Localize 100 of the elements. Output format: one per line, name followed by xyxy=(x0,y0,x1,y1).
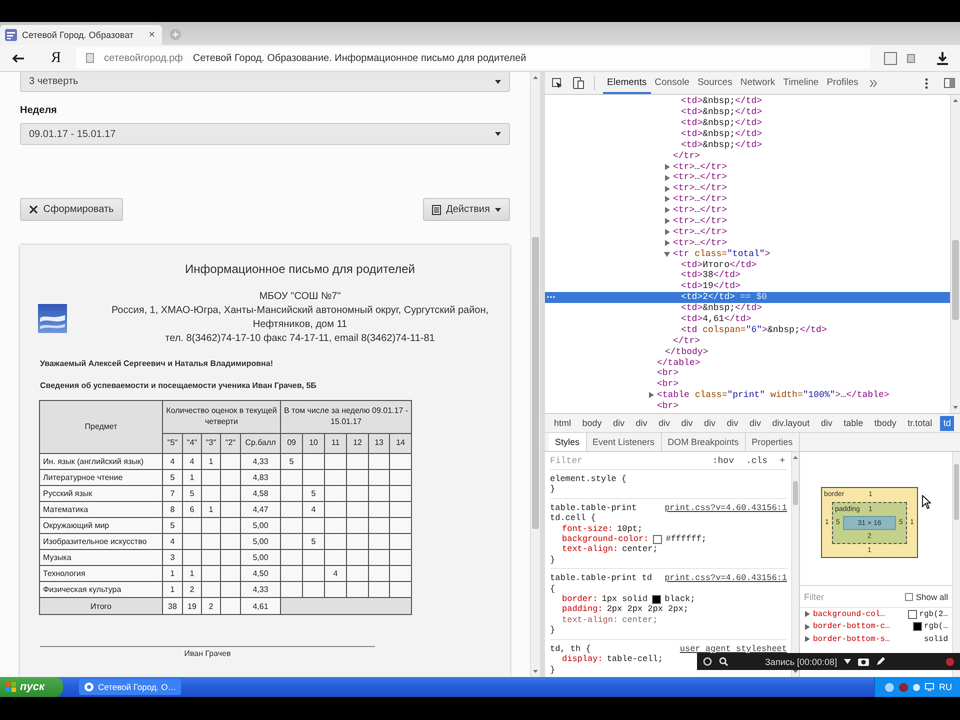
breadcrumb-item[interactable]: html xyxy=(551,416,574,430)
css-property[interactable]: font-size: 10pt; xyxy=(562,524,643,534)
breadcrumb-item[interactable]: div xyxy=(818,416,836,430)
scrollbar[interactable] xyxy=(952,452,960,677)
scrollbar-thumb[interactable] xyxy=(532,237,539,529)
css-property[interactable]: display: table-cell; xyxy=(562,654,663,664)
arrow-down-icon[interactable] xyxy=(533,670,538,673)
dom-node[interactable]: <td>&nbsp;</td> xyxy=(681,118,762,128)
breadcrumb-item[interactable]: body xyxy=(579,416,605,430)
arrow-down-icon[interactable] xyxy=(793,670,798,673)
arrow-up-icon[interactable] xyxy=(533,76,538,79)
dom-node[interactable]: <tr>…</tr> xyxy=(664,205,728,216)
triangle-right-icon[interactable] xyxy=(664,174,670,181)
square-icon[interactable] xyxy=(884,52,897,64)
status-dot-icon[interactable] xyxy=(913,684,920,690)
document-icon[interactable] xyxy=(907,54,915,62)
styles-toolbar-button[interactable]: .cls xyxy=(744,456,770,466)
triangle-right-icon[interactable] xyxy=(664,164,670,170)
triangle-right-icon[interactable] xyxy=(648,392,654,398)
breadcrumb-item[interactable]: tr.total xyxy=(904,416,936,430)
double-chevron-icon[interactable] xyxy=(870,80,878,86)
dom-node[interactable]: <tr>…</tr> xyxy=(664,226,728,238)
dom-node[interactable]: <td>Итого</td> xyxy=(681,260,757,270)
device-icon[interactable] xyxy=(573,77,584,89)
filter-field[interactable]: Filter xyxy=(804,590,901,604)
devtools-tab[interactable]: Console xyxy=(650,72,694,94)
scrollbar[interactable] xyxy=(950,95,960,413)
dom-node[interactable]: <tr class="total"> xyxy=(664,248,770,260)
search-icon[interactable] xyxy=(719,657,728,666)
styles-tab[interactable]: Styles xyxy=(549,433,587,451)
dom-node[interactable]: <td>&nbsp;</td> xyxy=(681,140,762,150)
css-property[interactable]: text-align: center; xyxy=(562,544,658,555)
breadcrumb-item[interactable]: div xyxy=(656,416,674,430)
devtools-tab[interactable]: Elements xyxy=(603,72,651,94)
css-property[interactable]: text-align: center; xyxy=(562,614,658,626)
dom-node[interactable]: <td>38</td> xyxy=(681,270,740,281)
dom-node[interactable]: <table class="print" width="100%">…</table> xyxy=(648,390,890,401)
filter-field[interactable]: Filter xyxy=(550,454,702,468)
triangle-down-icon[interactable] xyxy=(664,250,670,257)
breadcrumb-item[interactable]: div xyxy=(610,416,628,430)
dom-node[interactable]: <br> xyxy=(657,379,679,390)
dom-node[interactable]: <td colspan="6">&nbsp;</td> xyxy=(681,324,827,336)
monitor-icon[interactable] xyxy=(925,683,934,691)
triangle-right-icon[interactable] xyxy=(664,186,670,192)
css-property[interactable]: background-color: #ffffff; xyxy=(562,534,707,544)
breadcrumb-item[interactable]: td xyxy=(940,416,954,430)
download-icon[interactable] xyxy=(937,52,948,64)
browser-tab[interactable]: Сетевой Город. Образоват × xyxy=(0,25,162,45)
dom-node[interactable]: </tbody> xyxy=(665,346,708,358)
ellipsis-icon[interactable] xyxy=(547,296,555,298)
breadcrumb-item[interactable]: div xyxy=(678,416,696,430)
start-button[interactable]: пуск xyxy=(0,677,63,697)
dom-node[interactable]: <td>4,61</td> xyxy=(681,314,752,324)
generate-button[interactable]: Сформировать xyxy=(20,198,123,221)
panel-icon[interactable] xyxy=(944,78,955,88)
css-property[interactable]: padding: 2px 2px 2px 2px; xyxy=(562,604,688,615)
stylesheet-link[interactable]: print.css?v=4.60.43156:1 xyxy=(664,573,787,584)
more-vertical-icon[interactable] xyxy=(925,78,928,88)
arrow-down-icon[interactable] xyxy=(953,406,958,409)
pencil-icon[interactable] xyxy=(876,657,886,666)
breadcrumb-item[interactable]: div xyxy=(724,416,742,430)
devtools-tab[interactable]: Timeline xyxy=(779,72,823,94)
term-select[interactable]: 3 четверть xyxy=(20,72,510,92)
caret-down-icon[interactable] xyxy=(844,659,852,664)
week-select[interactable]: 09.01.17 - 15.01.17 xyxy=(20,123,510,145)
triangle-right-icon[interactable] xyxy=(664,196,670,202)
breadcrumb-item[interactable]: div xyxy=(746,416,764,430)
close-tab-button[interactable]: × xyxy=(146,29,157,41)
logo-button[interactable]: Я xyxy=(36,46,76,70)
dom-node[interactable]: <td>&nbsp;</td> xyxy=(681,128,762,140)
devtools-tab[interactable]: Sources xyxy=(693,72,736,94)
dom-node[interactable]: </table> xyxy=(657,358,700,368)
status-dot-icon[interactable] xyxy=(885,682,894,692)
inspect-icon[interactable] xyxy=(552,78,563,88)
dom-node[interactable]: <td>2</td> == $0 xyxy=(681,292,768,303)
dom-node[interactable]: <tr>…</tr> xyxy=(664,238,728,248)
arrow-up-icon[interactable] xyxy=(953,99,958,102)
styles-tab[interactable]: Event Listeners xyxy=(586,433,662,451)
scrollbar-thumb[interactable] xyxy=(954,464,959,520)
dom-node[interactable]: <tr>…</tr> xyxy=(664,172,728,183)
stylesheet-link[interactable]: print.css?v=4.60.43156:1 xyxy=(664,502,787,514)
show-all-toggle[interactable]: Show all xyxy=(904,592,948,602)
checkbox[interactable] xyxy=(904,592,913,600)
stylesheet-link[interactable]: user agent stylesheet xyxy=(680,644,787,654)
ring-icon[interactable] xyxy=(703,657,712,666)
status-dot-icon[interactable] xyxy=(899,682,908,692)
styles-tab[interactable]: Properties xyxy=(746,433,800,451)
devtools-tab[interactable]: Profiles xyxy=(822,72,862,94)
taskbar-button[interactable]: Сетевой Город. О… xyxy=(79,679,181,695)
address-field[interactable]: сетевойгород.рф Сетевой Город. Образование. Информационное письмо для родителей xyxy=(76,47,870,69)
dom-node[interactable]: <br> xyxy=(657,368,679,379)
dom-node[interactable]: <tr>…</tr> xyxy=(664,194,728,205)
dom-node[interactable]: </tr> xyxy=(673,150,700,162)
dom-node[interactable]: <tr>…</tr> xyxy=(664,162,728,172)
styles-toolbar-button[interactable]: :hov xyxy=(710,456,736,466)
dom-node[interactable]: <td>19</td> xyxy=(681,281,740,292)
scrollbar-thumb[interactable] xyxy=(952,240,959,320)
triangle-right-icon[interactable] xyxy=(664,229,670,236)
record-dot-icon[interactable] xyxy=(946,658,954,666)
dom-node[interactable]: <td>&nbsp;</td> xyxy=(681,96,762,107)
